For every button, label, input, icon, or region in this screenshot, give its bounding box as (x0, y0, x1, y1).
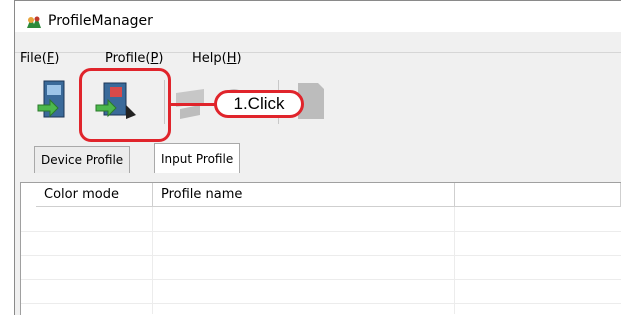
callout-connector (170, 103, 216, 106)
menu-help[interactable]: Help(H) (192, 51, 242, 66)
callout-label: 1.Click (214, 90, 304, 118)
tab-device-profile[interactable]: Device Profile (34, 146, 131, 173)
device-profile-button[interactable] (34, 75, 74, 127)
window-title: ProfileManager (48, 13, 153, 29)
tab-input-profile[interactable]: Input Profile (154, 143, 241, 173)
menu-profile[interactable]: Profile(P) (105, 51, 163, 66)
column-header-profile-name[interactable]: Profile name (153, 183, 455, 207)
table-row (21, 279, 621, 280)
table-row (21, 255, 621, 256)
app-icon (27, 16, 41, 28)
click-highlight-ring (79, 68, 171, 142)
column-header-color-mode[interactable]: Color mode (36, 183, 153, 207)
disabled-link-button[interactable] (170, 75, 210, 127)
menu-file[interactable]: File(F) (20, 51, 59, 66)
disabled-link-icon (176, 89, 204, 119)
column-header-empty (455, 183, 621, 207)
column-divider (454, 207, 455, 314)
table-row (21, 303, 621, 304)
menu-bar (15, 32, 621, 53)
title-bar: ProfileManager (15, 1, 621, 33)
device-profile-icon (37, 80, 65, 118)
column-divider (152, 207, 153, 314)
table-row (21, 231, 621, 232)
